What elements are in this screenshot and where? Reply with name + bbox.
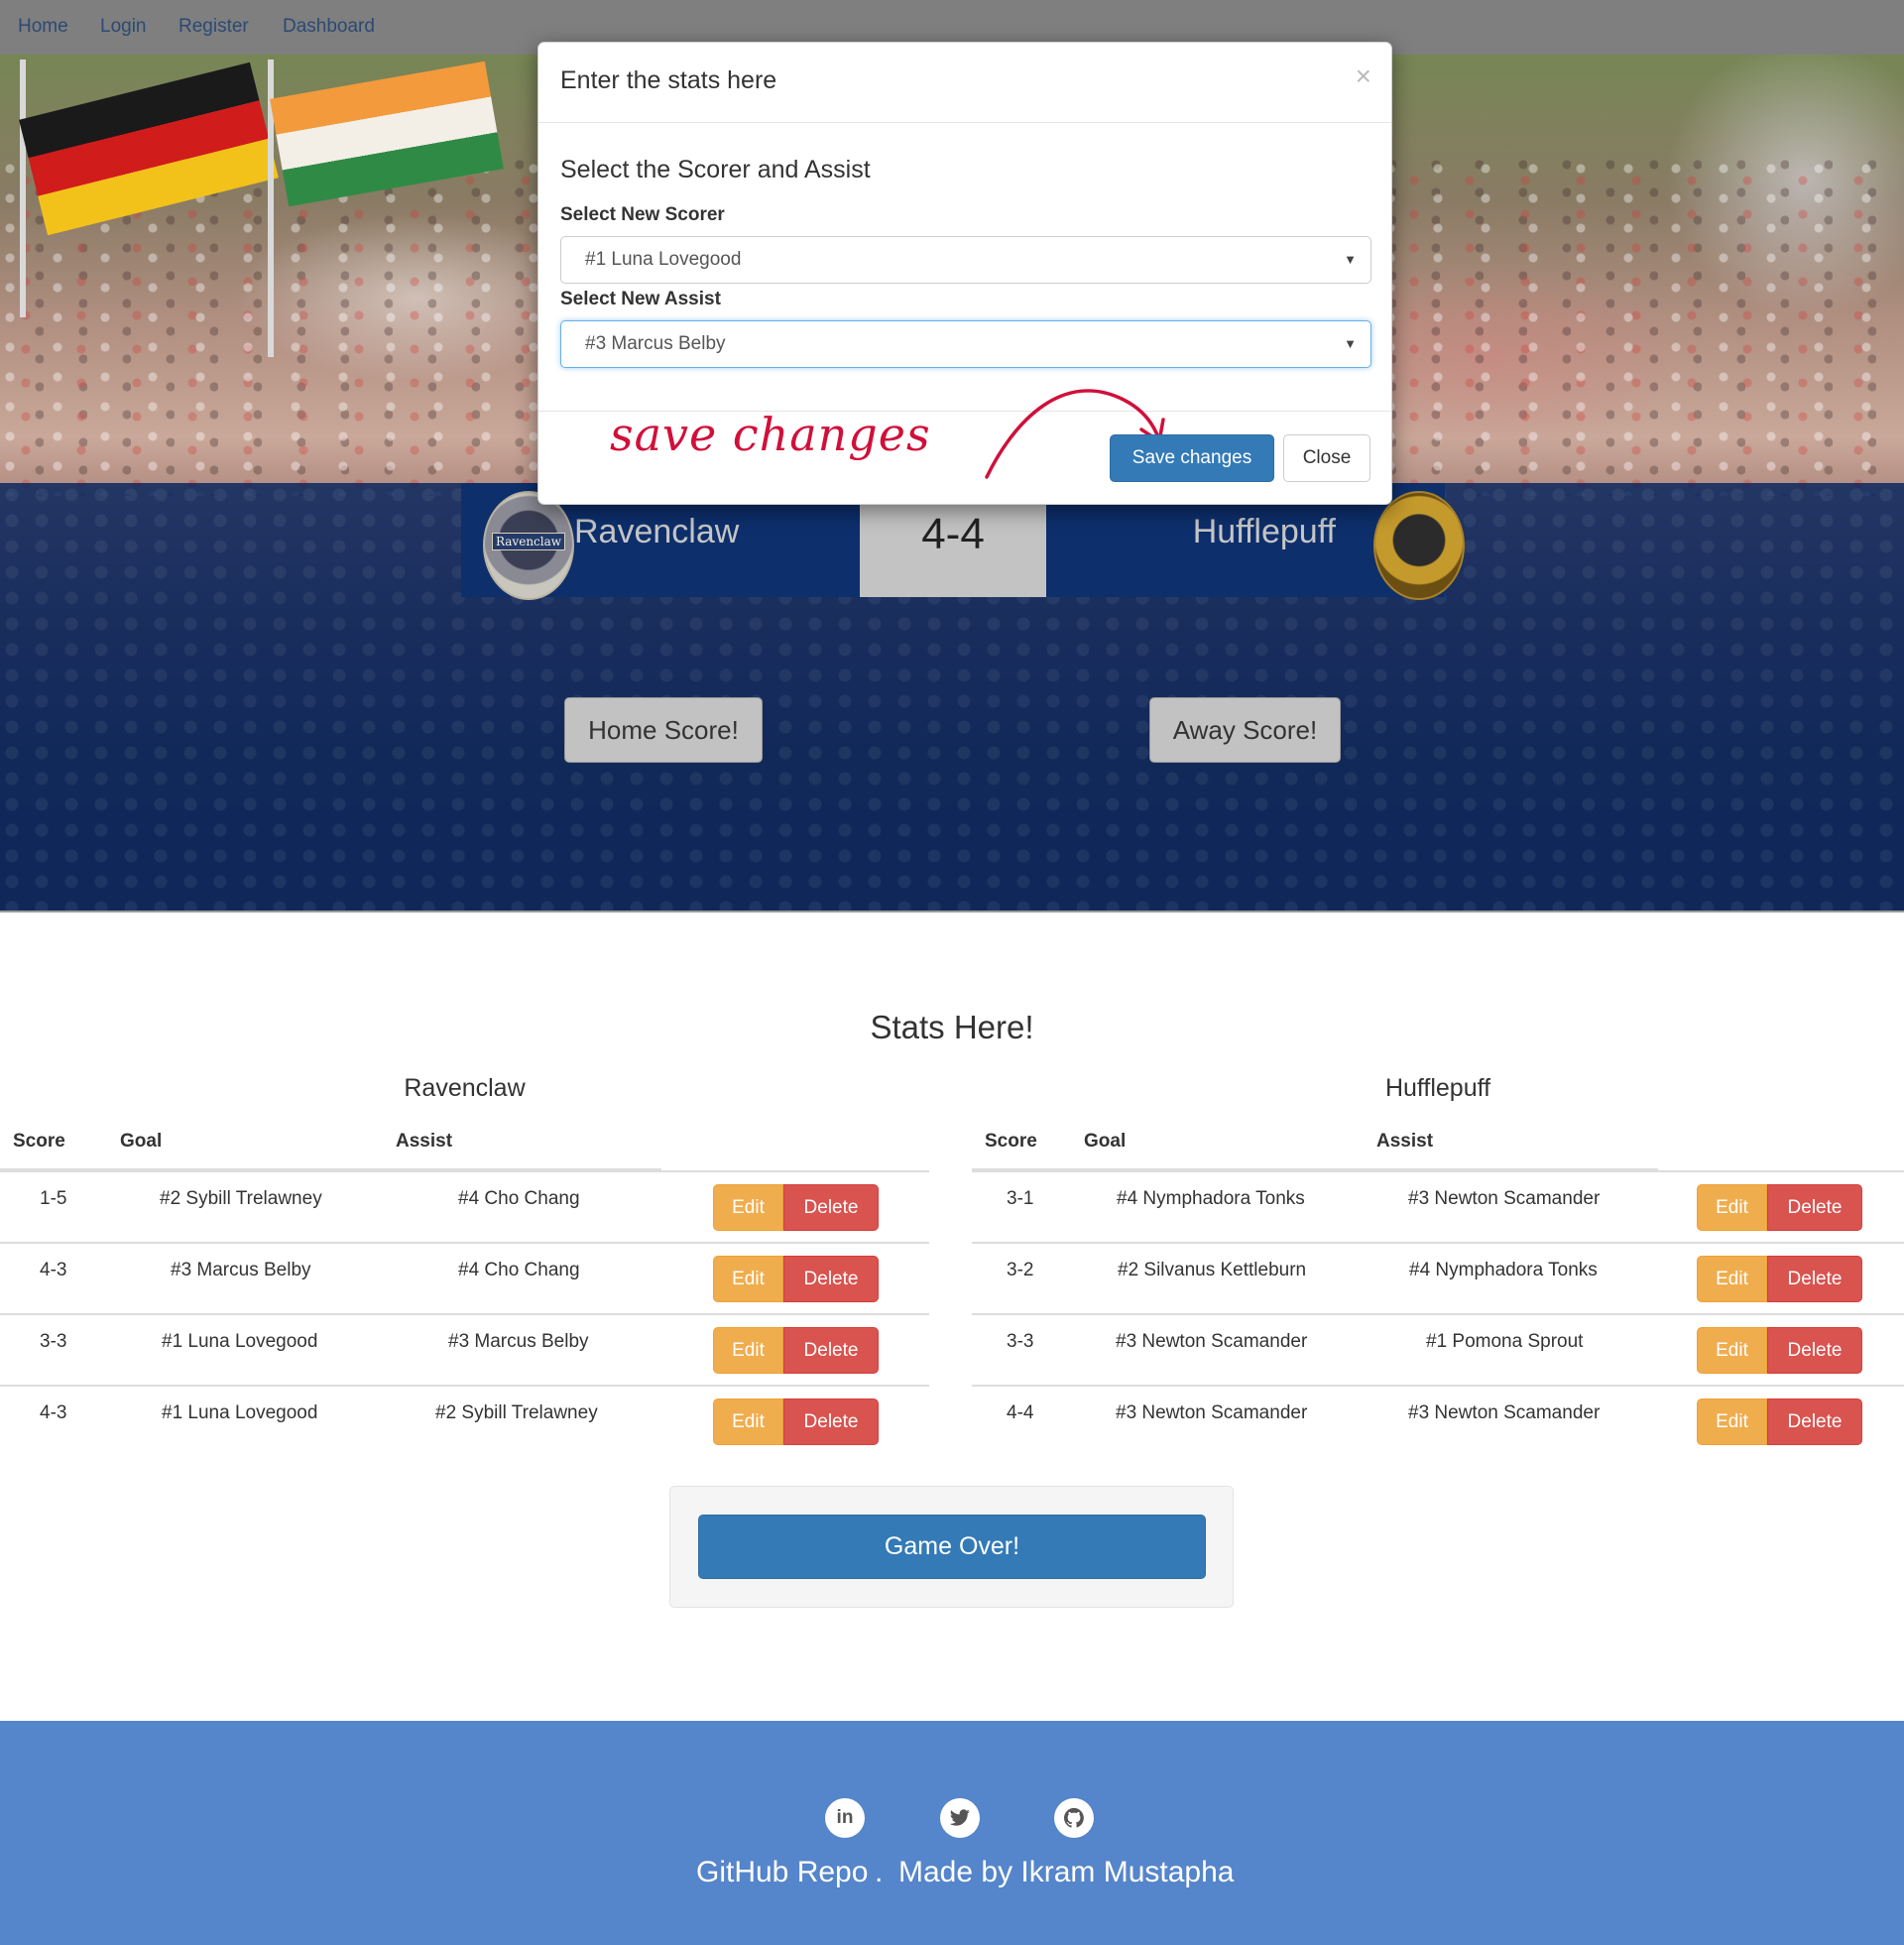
- table-row: 4-4 #3 Newton Scamander #3 Newton Scaman…: [972, 1385, 1904, 1456]
- stats-modal: Enter the stats here × Select the Scorer…: [537, 42, 1392, 505]
- close-button[interactable]: Close: [1283, 434, 1370, 482]
- edit-button[interactable]: Edit: [1697, 1184, 1767, 1231]
- footer-separator: .: [875, 1856, 884, 1888]
- delete-button[interactable]: Delete: [1767, 1256, 1862, 1302]
- annotation-text: save changes: [610, 408, 931, 461]
- save-changes-button[interactable]: Save changes: [1110, 434, 1274, 482]
- delete-button[interactable]: Delete: [783, 1398, 879, 1445]
- twitter-icon[interactable]: [940, 1798, 980, 1838]
- col-score: Score: [985, 1131, 1037, 1152]
- linkedin-icon[interactable]: in: [825, 1798, 865, 1838]
- col-assist: Assist: [1376, 1131, 1434, 1152]
- github-repo-link[interactable]: GitHub Repo: [696, 1856, 868, 1889]
- col-goal: Goal: [120, 1131, 163, 1152]
- table-row: 3-2 #2 Silvanus Kettleburn #4 Nymphadora…: [972, 1242, 1904, 1313]
- footer-credit: Made by Ikram Mustapha: [898, 1856, 1235, 1888]
- delete-button[interactable]: Delete: [783, 1184, 879, 1231]
- scorer-label: Select New Scorer: [560, 204, 725, 225]
- close-icon[interactable]: ×: [1356, 62, 1371, 90]
- footer: in GitHub Repo . Made by Ikram Mustapha: [0, 1721, 1904, 1945]
- delete-button[interactable]: Delete: [783, 1256, 879, 1302]
- stats-title: Stats Here!: [870, 1009, 1034, 1045]
- edit-button[interactable]: Edit: [1697, 1256, 1767, 1302]
- modal-title: Enter the stats here: [560, 66, 777, 94]
- assist-label: Select New Assist: [560, 289, 721, 309]
- home-stats-heading: Ravenclaw: [404, 1074, 526, 1102]
- delete-button[interactable]: Delete: [1767, 1327, 1862, 1374]
- delete-button[interactable]: Delete: [1767, 1184, 1862, 1231]
- scorer-select[interactable]: #1 Luna Lovegood ▼: [560, 236, 1371, 284]
- edit-button[interactable]: Edit: [713, 1398, 783, 1445]
- chevron-down-icon: ▼: [1344, 336, 1357, 351]
- table-row: 3-1 #4 Nymphadora Tonks #3 Newton Scaman…: [972, 1170, 1904, 1242]
- delete-button[interactable]: Delete: [783, 1327, 879, 1374]
- assist-select[interactable]: #3 Marcus Belby ▼: [560, 320, 1371, 368]
- chevron-down-icon: ▼: [1344, 252, 1357, 267]
- edit-button[interactable]: Edit: [1697, 1327, 1767, 1374]
- modal-subtitle: Select the Scorer and Assist: [560, 156, 871, 183]
- col-score: Score: [13, 1131, 65, 1152]
- table-row: 3-3 #3 Newton Scamander #1 Pomona Sprout…: [972, 1313, 1904, 1385]
- away-stats-heading: Hufflepuff: [1384, 1074, 1491, 1102]
- table-row: 1-5 #2 Sybill Trelawney #4 Cho Chang Edi…: [0, 1170, 929, 1242]
- game-over-well: Game Over!: [669, 1486, 1234, 1608]
- game-over-button[interactable]: Game Over!: [698, 1515, 1206, 1579]
- edit-button[interactable]: Edit: [1697, 1398, 1767, 1445]
- github-icon[interactable]: [1054, 1798, 1094, 1838]
- modal-header: Enter the stats here ×: [538, 43, 1391, 123]
- delete-button[interactable]: Delete: [1767, 1398, 1862, 1445]
- col-assist: Assist: [396, 1131, 453, 1152]
- table-row: 4-3 #1 Luna Lovegood #2 Sybill Trelawney…: [0, 1385, 929, 1456]
- edit-button[interactable]: Edit: [713, 1184, 783, 1231]
- edit-button[interactable]: Edit: [713, 1256, 783, 1302]
- col-goal: Goal: [1084, 1131, 1127, 1152]
- table-row: 4-3 #3 Marcus Belby #4 Cho Chang Edit De…: [0, 1242, 929, 1313]
- table-row: 3-3 #1 Luna Lovegood #3 Marcus Belby Edi…: [0, 1313, 929, 1385]
- edit-button[interactable]: Edit: [713, 1327, 783, 1374]
